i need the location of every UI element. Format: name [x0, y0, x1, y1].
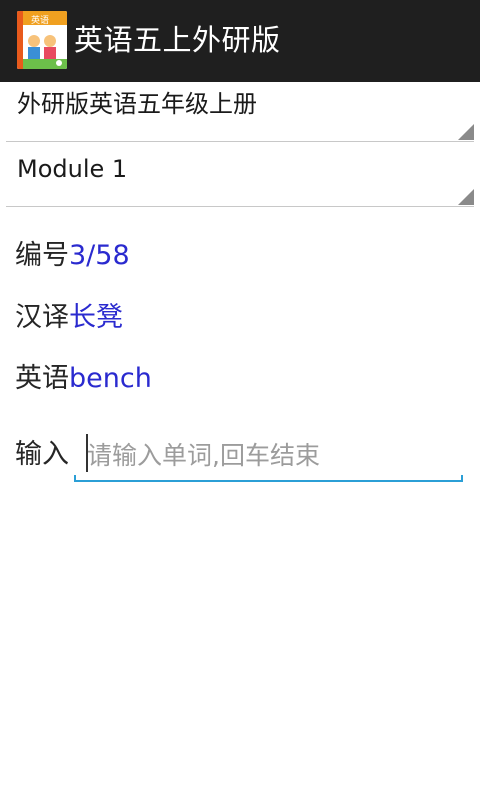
book-spinner[interactable]: 外研版英语五年级上册 [6, 78, 474, 142]
textbook-cover-icon[interactable]: 英语 [17, 11, 67, 69]
dropdown-arrow-icon [458, 124, 474, 140]
input-underline-right-tick [461, 475, 463, 482]
english-word-row: 英语bench [15, 361, 152, 397]
chinese-translation-value: 长凳 [69, 302, 123, 333]
chinese-translation-row: 汉译长凳 [15, 300, 123, 336]
word-input[interactable] [74, 426, 463, 480]
word-number-label: 编号 [15, 240, 69, 271]
module-spinner-value: Module 1 [17, 155, 128, 183]
chinese-translation-label: 汉译 [15, 302, 69, 333]
input-underline [74, 480, 463, 482]
text-cursor [86, 434, 88, 472]
dropdown-arrow-icon [458, 189, 474, 205]
module-spinner[interactable]: Module 1 [6, 143, 474, 207]
input-underline-left-tick [74, 475, 76, 482]
english-word-value: bench [69, 363, 152, 394]
svg-text:英语: 英语 [31, 14, 49, 26]
input-label: 输入 [15, 439, 69, 470]
word-number-row: 编号3/58 [15, 238, 130, 274]
book-spinner-value: 外研版英语五年级上册 [17, 90, 257, 118]
english-word-label: 英语 [15, 363, 69, 394]
word-input-container [74, 426, 463, 484]
app-title: 英语五上外研版 [74, 23, 281, 57]
word-number-value: 3/58 [69, 240, 130, 271]
app-screen: 英语 英语五上外研版 外研版英语五年级上册 Module 1 编号3/58 汉译 [0, 0, 480, 800]
action-bar: 英语 英语五上外研版 [0, 0, 480, 82]
